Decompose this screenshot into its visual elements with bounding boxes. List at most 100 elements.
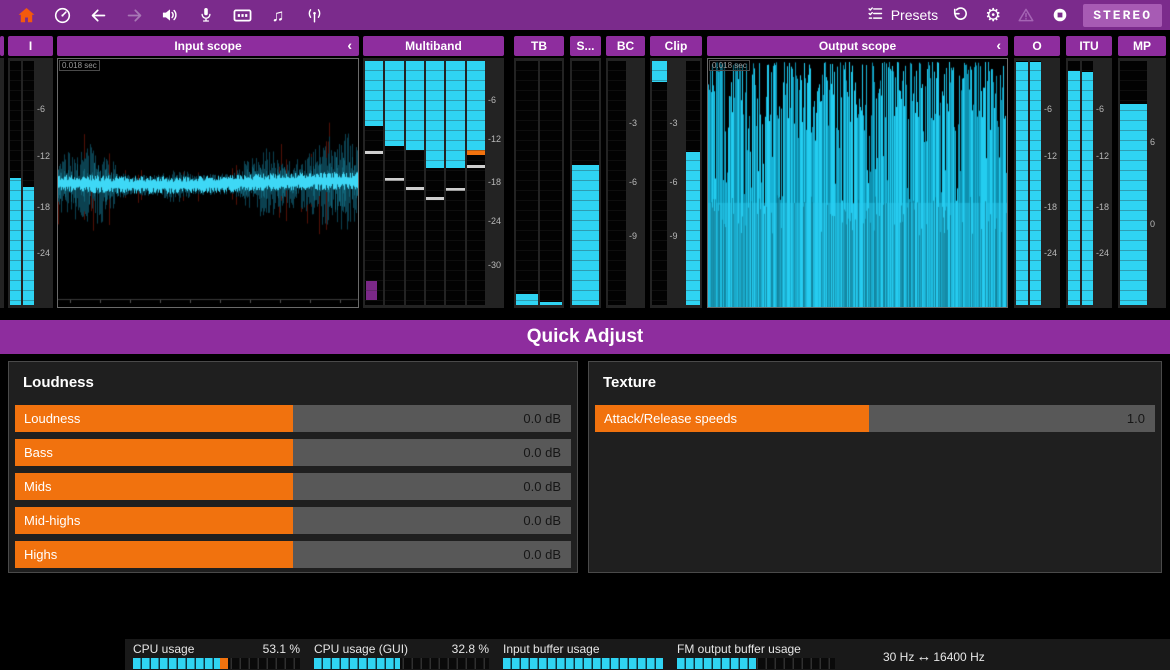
texture-panel: Texture Attack/Release speeds 1.0: [588, 361, 1162, 573]
slider-label: Mid-highs: [24, 507, 80, 534]
scale-label: -24: [488, 216, 501, 226]
gauge-icon[interactable]: [44, 0, 80, 30]
meter-header-o[interactable]: O: [1014, 36, 1060, 56]
meter-column-clip: Clip -3-6-9: [650, 36, 702, 308]
meter-bar: [1068, 71, 1080, 305]
status-items: CPU usage53.1 %CPU usage (GUI)32.8 %Inpu…: [133, 642, 849, 669]
meter-scale: 60: [1149, 61, 1164, 305]
freq-high: 16400 Hz: [933, 650, 984, 664]
scale-label: -6: [1044, 104, 1052, 114]
slider-label: Highs: [24, 541, 57, 568]
grid-overlay: [516, 61, 538, 305]
antenna-icon[interactable]: [296, 0, 332, 30]
status-label-row: CPU usage53.1 %: [133, 642, 300, 657]
quick-adjust-title: Quick Adjust: [527, 326, 643, 348]
collapse-chevron[interactable]: ‹: [996, 37, 1001, 53]
slider-row[interactable]: Loudness0.0 dB: [15, 405, 571, 432]
slider-value: 1.0: [1127, 405, 1145, 432]
meter-scale: -6-12-18-24: [36, 61, 51, 305]
meter-lane: [1016, 61, 1028, 305]
meter-lane: [426, 61, 444, 305]
back-arrow-icon[interactable]: [80, 0, 116, 30]
meter-lane: [1120, 61, 1147, 305]
meter-bar: [686, 152, 701, 305]
meter-header-tb[interactable]: TB: [514, 36, 564, 56]
collapse-chevron[interactable]: ‹: [347, 37, 352, 53]
music-note-icon[interactable]: ♫: [260, 0, 296, 30]
scale-label: -24: [1096, 248, 1109, 258]
scale-label: -12: [1096, 151, 1109, 161]
slider-row[interactable]: Mids0.0 dB: [15, 473, 571, 500]
channel-mode-badge[interactable]: STEREO: [1083, 4, 1162, 27]
slider-row[interactable]: Bass0.0 dB: [15, 439, 571, 466]
scale-label: 6: [1150, 137, 1155, 147]
meter-bar: [365, 61, 383, 126]
meter-header-multiband[interactable]: Multiband: [363, 36, 504, 56]
slider-label: Attack/Release speeds: [604, 405, 737, 432]
scale-label: -6: [37, 104, 45, 114]
meter-header-clip[interactable]: Clip: [650, 36, 702, 56]
panel-title: Loudness: [23, 374, 571, 391]
speaker-icon[interactable]: [152, 0, 188, 30]
slider-row[interactable]: Highs0.0 dB: [15, 541, 571, 568]
peak-marker: [467, 165, 485, 168]
scale-label: -3: [629, 118, 637, 128]
scale-label: -12: [488, 134, 501, 144]
meter-lane: [540, 61, 562, 305]
slider-value: 0.0 dB: [523, 507, 561, 534]
scale-label: -24: [1044, 248, 1057, 258]
meter-header-itu[interactable]: ITU: [1066, 36, 1112, 56]
grid-overlay: [540, 61, 562, 305]
scope-time-label: 0.018 sec: [59, 60, 100, 71]
cassette-icon[interactable]: [224, 0, 260, 30]
meter-scale: -6 -12 -18 -24: [1043, 61, 1058, 305]
input-scope-header[interactable]: Input scope ‹: [57, 36, 359, 56]
meter-lane: [365, 61, 383, 305]
slider-label: Bass: [24, 439, 53, 466]
scale-label: -12: [1044, 151, 1057, 161]
slider-row[interactable]: Mid-highs 0.0 dB: [15, 507, 571, 534]
meter-bar: [10, 178, 21, 305]
meter-bar: [572, 165, 599, 305]
meter-header-s[interactable]: S...: [570, 36, 601, 56]
gear-icon[interactable]: ⚙: [982, 0, 1004, 30]
home-icon[interactable]: [8, 0, 44, 30]
status-label-row: FM output buffer usage: [677, 642, 835, 657]
meter-header-mp[interactable]: MP: [1118, 36, 1166, 56]
meter-lane: [608, 61, 626, 305]
forward-arrow-icon[interactable]: [116, 0, 152, 30]
panel-title: Texture: [603, 374, 1155, 391]
meter-bar: [540, 302, 562, 305]
meter-lane: [1030, 61, 1042, 305]
meter-bar: [1030, 62, 1042, 305]
meter-bar: [516, 294, 538, 305]
meter-scale: -3-6-9: [669, 61, 684, 305]
meter-bar: [23, 187, 34, 305]
record-stop-icon[interactable]: [1048, 0, 1072, 30]
loudness-panel: Loudness Loudness0.0 dBBass0.0 dBMids0.0…: [8, 361, 578, 573]
status-label: CPU usage: [133, 642, 194, 657]
slider-label: Mids: [24, 473, 51, 500]
scale-label: -30: [488, 260, 501, 270]
scale-label: -6: [1096, 104, 1104, 114]
presets-button[interactable]: Presets: [867, 5, 938, 25]
status-meter-fill: [314, 658, 400, 669]
undo-icon[interactable]: [949, 0, 971, 30]
meter-lane: [516, 61, 538, 305]
meter-lane: [10, 61, 21, 305]
meter-bar: [385, 61, 403, 146]
peak-marker: [365, 151, 383, 154]
warning-icon: [1015, 0, 1037, 30]
output-scope: Output scope ‹ 0.018 sec: [707, 36, 1008, 308]
microphone-icon[interactable]: [188, 0, 224, 30]
output-scope-header[interactable]: Output scope ‹: [707, 36, 1008, 56]
meter-header-bc[interactable]: BC: [606, 36, 645, 56]
meter-lane: [23, 61, 34, 305]
scale-label: -18: [1044, 202, 1057, 212]
scale-label: -6: [629, 177, 637, 187]
meter-lane: [686, 61, 701, 305]
slider-row[interactable]: Attack/Release speeds 1.0: [595, 405, 1155, 432]
meter-header-i[interactable]: I: [8, 36, 53, 56]
meter-bar: [652, 61, 667, 82]
meter-lane: [652, 61, 667, 305]
